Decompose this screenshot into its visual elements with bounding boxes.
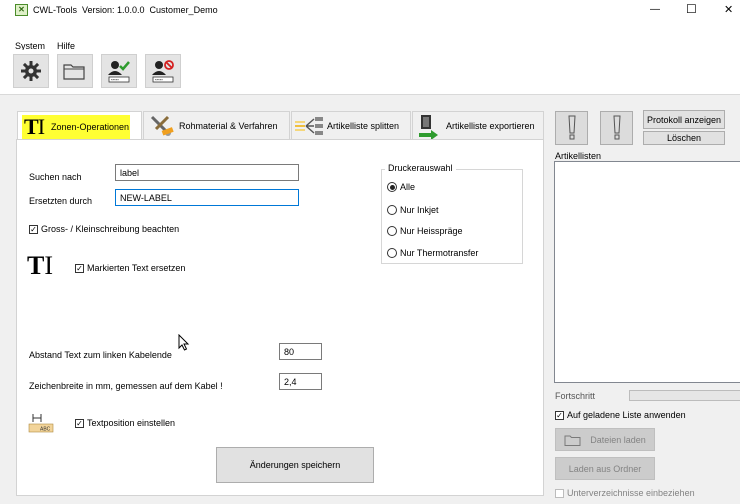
include-subfolders-checkbox[interactable] xyxy=(555,488,564,498)
radio-inkjet[interactable] xyxy=(387,205,397,215)
exclamation-icon xyxy=(612,115,621,140)
text-position-checkbox[interactable]: ✓ xyxy=(75,418,84,428)
tab-zonen-operationen[interactable]: TI Zonen-Operationen xyxy=(17,111,142,141)
minimize-button[interactable]: — xyxy=(650,4,660,15)
apply-to-loaded-option[interactable]: ✓ Auf geladene Liste anwenden xyxy=(555,410,686,420)
include-subfolders-option[interactable]: Unterverzeichnisse einbeziehen xyxy=(555,488,695,498)
radio-thermotransfer[interactable] xyxy=(387,248,397,258)
distance-input[interactable]: 80 xyxy=(279,343,322,360)
settings-button[interactable] xyxy=(13,54,49,88)
folder-icon xyxy=(564,435,581,446)
case-sensitive-checkbox[interactable]: ✓ xyxy=(29,224,38,234)
replace-marked-label: Markierten Text ersetzen xyxy=(87,263,186,273)
tab-rohmaterial[interactable]: Rohmaterial & Verfahren xyxy=(143,111,290,140)
info-button-2[interactable] xyxy=(600,111,633,145)
printer-option-inkjet[interactable]: Nur Inkjet xyxy=(387,205,439,215)
user-block-icon: ***** xyxy=(152,60,174,83)
progress-bar xyxy=(629,390,740,401)
tab-label: Rohmaterial & Verfahren xyxy=(179,121,278,131)
distance-label: Abstand Text zum linken Kabelende xyxy=(29,350,172,360)
tab-label: Artikelliste exportieren xyxy=(446,121,535,131)
search-input[interactable]: label xyxy=(115,164,299,181)
progress-label: Fortschritt xyxy=(555,391,596,401)
text-position-icon: ABC xyxy=(28,414,54,433)
charwidth-label: Zeichenbreite in mm, gemessen auf dem Ka… xyxy=(29,381,223,391)
case-sensitive-option[interactable]: ✓ Gross- / Kleinschreibung beachten xyxy=(29,224,179,234)
article-lists-listbox[interactable] xyxy=(554,161,740,383)
replace-marked-option[interactable]: ✓ Markierten Text ersetzen xyxy=(75,263,185,273)
replace-input[interactable]: NEW-LABEL xyxy=(115,189,299,206)
text-position-option[interactable]: ✓ Textposition einstellen xyxy=(75,418,175,428)
close-button[interactable]: ✕ xyxy=(724,3,733,16)
svg-text:*****: ***** xyxy=(111,77,119,82)
title-bar: ✕ CWL-Tools Version: 1.0.0.0 Customer_De… xyxy=(0,0,740,22)
split-icon xyxy=(295,117,323,135)
load-files-button[interactable]: Dateien laden xyxy=(555,428,655,451)
text-cursor-icon: TI Zonen-Operationen xyxy=(22,113,130,139)
tab-label: Zonen-Operationen xyxy=(51,121,130,132)
tab-label: Artikelliste splitten xyxy=(327,121,400,131)
case-sensitive-label: Gross- / Kleinschreibung beachten xyxy=(41,224,180,234)
load-from-folder-button[interactable]: Laden aus Ordner xyxy=(555,457,655,480)
radio-label: Nur Heisspräge xyxy=(400,226,463,236)
apply-to-loaded-checkbox[interactable]: ✓ xyxy=(555,410,564,420)
menu-bar: System Hilfe xyxy=(0,22,740,51)
mouse-cursor-icon xyxy=(178,334,190,351)
printer-option-alle[interactable]: Alle xyxy=(387,182,415,192)
open-folder-button[interactable] xyxy=(57,54,93,88)
radio-label: Alle xyxy=(400,182,416,192)
replace-label: Ersetzten durch xyxy=(29,196,93,206)
apply-to-loaded-label: Auf geladene Liste anwenden xyxy=(567,410,686,420)
radio-label: Nur Thermotransfer xyxy=(400,248,479,258)
app-icon: ✕ xyxy=(15,4,28,16)
text-cursor-icon: TI xyxy=(27,251,54,280)
include-subfolders-label: Unterverzeichnisse einbeziehen xyxy=(567,488,695,498)
article-lists-label: Artikellisten xyxy=(555,151,602,161)
user-approve-button[interactable]: ***** xyxy=(101,54,137,88)
radio-heisspraege[interactable] xyxy=(387,226,397,236)
window-title: CWL-Tools Version: 1.0.0.0 Customer_Demo xyxy=(33,5,218,15)
tab-artikelliste-exportieren[interactable]: Artikelliste exportieren xyxy=(412,111,544,140)
tools-icon xyxy=(150,115,174,136)
search-label: Suchen nach xyxy=(29,172,82,182)
load-files-label: Dateien laden xyxy=(590,434,646,445)
export-icon xyxy=(419,115,438,139)
user-check-icon: ***** xyxy=(108,61,130,83)
printer-option-heisspraege[interactable]: Nur Heisspräge xyxy=(387,226,463,236)
text-position-label: Textposition einstellen xyxy=(87,418,176,428)
printer-option-thermotransfer[interactable]: Nur Thermotransfer xyxy=(387,248,478,258)
toolbar: ***** ***** xyxy=(0,50,740,94)
clear-button[interactable]: Löschen xyxy=(643,131,725,145)
exclamation-icon xyxy=(567,115,576,140)
printer-group-title: Druckerauswahl xyxy=(385,163,456,173)
folder-icon xyxy=(63,64,85,80)
tab-artikelliste-splitten[interactable]: Artikelliste splitten xyxy=(291,111,411,140)
charwidth-input[interactable]: 2,4 xyxy=(279,373,322,390)
svg-text:ABC: ABC xyxy=(40,427,51,433)
maximize-button[interactable]: ☐ xyxy=(686,2,697,16)
svg-text:*****: ***** xyxy=(155,77,163,82)
gear-icon xyxy=(21,61,41,81)
save-changes-button[interactable]: Änderungen speichern xyxy=(216,447,374,483)
radio-alle[interactable] xyxy=(387,182,397,192)
radio-label: Nur Inkjet xyxy=(400,205,439,215)
user-block-button[interactable]: ***** xyxy=(145,54,181,88)
show-protocol-button[interactable]: Protokoll anzeigen xyxy=(643,110,725,129)
replace-marked-checkbox[interactable]: ✓ xyxy=(75,263,84,273)
info-button-1[interactable] xyxy=(555,111,588,145)
